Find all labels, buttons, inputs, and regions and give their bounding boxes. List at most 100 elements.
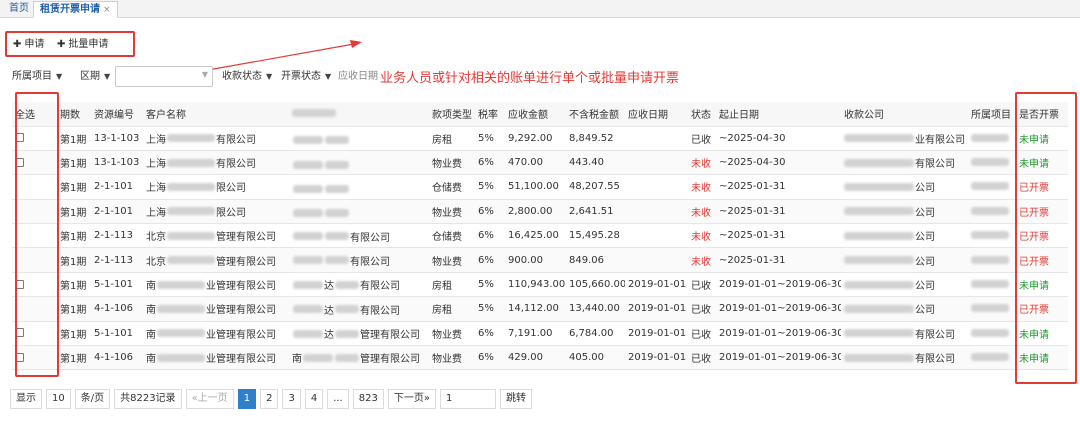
redacted-text xyxy=(844,304,914,313)
period-cell: 第1期 xyxy=(57,223,91,249)
party-cell: 达 有限公司 xyxy=(289,296,429,322)
payee-suffix: 公司 xyxy=(915,281,935,293)
chevron-down-icon: ▼ xyxy=(104,72,111,81)
period-cell: 第1期 xyxy=(57,174,91,200)
amount-ex-tax-cell: 15,495.28 xyxy=(566,223,625,249)
table-row[interactable]: 第1期 4-1-106 南 业管理有限公司 达 有限公司 房租 5% 14,112.00 13,4… xyxy=(12,296,1068,322)
project-cell xyxy=(968,321,1016,347)
amount-ex-tax-cell: 6,784.00 xyxy=(566,321,625,347)
jump-button[interactable]: 跳转 xyxy=(499,388,532,409)
page-button[interactable]: 1 xyxy=(237,388,257,409)
customer-cell: 上海 有限公司 xyxy=(143,126,289,151)
table-header-row: 全选 期数 资源编号 客户名称 款项类型 税率 应收金额 不含税金额 应收日期 … xyxy=(12,102,1068,127)
chevron-down-icon: ▼ xyxy=(325,72,332,81)
redacted-text xyxy=(335,280,359,289)
party-cell xyxy=(289,199,429,225)
amount-ex-tax-cell: 2,641.51 xyxy=(566,199,625,225)
col-tax-rate: 税率 xyxy=(475,102,505,127)
col-status: 状态 xyxy=(688,102,716,127)
period-cell: 第1期 xyxy=(57,272,91,298)
payee-cell: 业有限公司 xyxy=(841,126,968,151)
period-cell: 第1期 xyxy=(57,247,91,273)
customer-prefix: 南 xyxy=(146,329,156,341)
fee-type-cell: 房租 xyxy=(429,272,475,298)
customer-cell: 南 业管理有限公司 xyxy=(143,345,289,371)
invoice-status-label: 开票状态 xyxy=(281,71,321,82)
party-cell: 南 管理有限公司 xyxy=(289,345,429,371)
collection-status-filter[interactable]: 收款状态 ▼ xyxy=(222,68,272,86)
page-button[interactable]: 2 xyxy=(260,388,279,409)
table-row[interactable]: 第1期 13-1-103 上海 有限公司 房租 5% 9,292.00 8,849.52 已收 ~… xyxy=(12,126,1068,151)
amount-cell: 51,100.00 xyxy=(505,174,566,200)
redacted-text xyxy=(844,134,914,143)
redacted-text xyxy=(293,209,323,218)
party-prefix: 南 xyxy=(292,354,302,366)
redacted-text xyxy=(844,329,914,338)
period-filter[interactable]: 区期 ▼ xyxy=(80,68,110,86)
customer-cell: 北京 管理有限公司 xyxy=(143,223,289,249)
table-row[interactable]: 第1期 13-1-103 上海 有限公司 物业费 6% 470.00 443.40 未收 ~202… xyxy=(12,150,1068,176)
table-row[interactable]: 第1期 5-1-101 南 业管理有限公司 达 管理有限公司 物业费 6% 7,191.00 6,… xyxy=(12,321,1068,347)
customer-suffix: 业管理有限公司 xyxy=(206,354,276,366)
fee-type-cell: 物业费 xyxy=(429,199,475,225)
redacted-text xyxy=(971,158,1009,167)
page-button[interactable]: 3 xyxy=(282,388,301,409)
table-row[interactable]: 第1期 2-1-113 北京 管理有限公司 有限公司 物业费 6% 900.00 849.06 未… xyxy=(12,247,1068,273)
redacted-text xyxy=(971,280,1009,289)
party-suffix: 有限公司 xyxy=(350,232,390,244)
page-size-select[interactable]: 10 xyxy=(46,388,71,409)
redacted-text xyxy=(325,256,349,265)
payee-suffix: 公司 xyxy=(915,256,935,268)
tax-rate-cell: 5% xyxy=(475,296,505,322)
payee-suffix: 有限公司 xyxy=(915,354,955,366)
redacted-text xyxy=(971,206,1009,215)
collection-status-label: 收款状态 xyxy=(222,71,262,82)
amount-ex-tax-cell: 849.06 xyxy=(566,247,625,273)
col-payee: 收款公司 xyxy=(841,102,968,127)
party-cell: 达 有限公司 xyxy=(289,272,429,298)
table-row[interactable]: 第1期 2-1-113 北京 管理有限公司 有限公司 仓储费 6% 16,425.00 15,4… xyxy=(12,223,1068,249)
amount-cell: 900.00 xyxy=(505,247,566,273)
table-row[interactable]: 第1期 2-1-101 上海 限公司 物业费 6% 2,800.00 2,641.51 未收 ~2… xyxy=(12,199,1068,225)
due-date-cell: 2019-01-01 xyxy=(625,321,688,347)
payee-cell: 有限公司 xyxy=(841,321,968,347)
party-suffix: 有限公司 xyxy=(360,305,400,317)
prev-page-button[interactable]: «上一页 xyxy=(185,388,234,409)
redacted-text xyxy=(844,280,914,289)
customer-cell: 南 业管理有限公司 xyxy=(143,321,289,347)
redacted-text xyxy=(157,353,205,362)
customer-cell: 上海 限公司 xyxy=(143,199,289,225)
due-date-filter[interactable]: 应收日期 xyxy=(338,68,378,86)
project-cell xyxy=(968,126,1016,151)
period-cell: 第1期 xyxy=(57,345,91,371)
tax-rate-cell: 6% xyxy=(475,223,505,249)
project-filter[interactable]: 所属项目 ▼ xyxy=(12,68,62,86)
invoice-status-filter[interactable]: 开票状态 ▼ xyxy=(281,68,331,86)
customer-prefix: 上海 xyxy=(146,207,166,219)
amount-ex-tax-cell: 8,849.52 xyxy=(566,126,625,151)
party-cell xyxy=(289,126,429,151)
tax-rate-cell: 6% xyxy=(475,321,505,347)
page-button[interactable]: 4 xyxy=(304,388,324,409)
next-page-button[interactable]: 下一页» xyxy=(387,388,436,409)
col-date-range: 起止日期 xyxy=(716,102,841,127)
redacted-text xyxy=(167,256,215,265)
jump-page-input[interactable]: 1 xyxy=(439,388,496,409)
redacted-text xyxy=(157,280,205,289)
col-due-date: 应收日期 xyxy=(625,102,688,127)
table-row[interactable]: 第1期 4-1-106 南业管理有限公司南管理有限公司 物业费 6% 429.00 405.… xyxy=(12,345,1068,371)
period-cell: 第1期 xyxy=(57,150,91,176)
status-cell: 已收 xyxy=(688,321,716,347)
page-button[interactable]: 823 xyxy=(352,388,384,409)
payee-suffix: 有限公司 xyxy=(915,329,955,341)
show-label: 显示 xyxy=(10,388,42,409)
due-date-cell xyxy=(625,199,688,225)
table-row[interactable]: 第1期 2-1-101 上海 限公司 仓储费 5% 51,100.00 48,207.55 未收… xyxy=(12,174,1068,200)
table-row[interactable]: 第1期 5-1-101 南 业管理有限公司 达 有限公司 房租 5% 110,943.00 105… xyxy=(12,272,1068,298)
customer-prefix: 南 xyxy=(146,354,156,366)
customer-cell: 南 业管理有限公司 xyxy=(143,296,289,322)
due-date-cell: 2019-01-01 xyxy=(625,345,688,371)
date-range-cell: ~2025-01-31 xyxy=(716,247,841,273)
checkbox-highlight-box xyxy=(15,92,59,377)
period-select[interactable]: ▼ xyxy=(115,66,213,87)
